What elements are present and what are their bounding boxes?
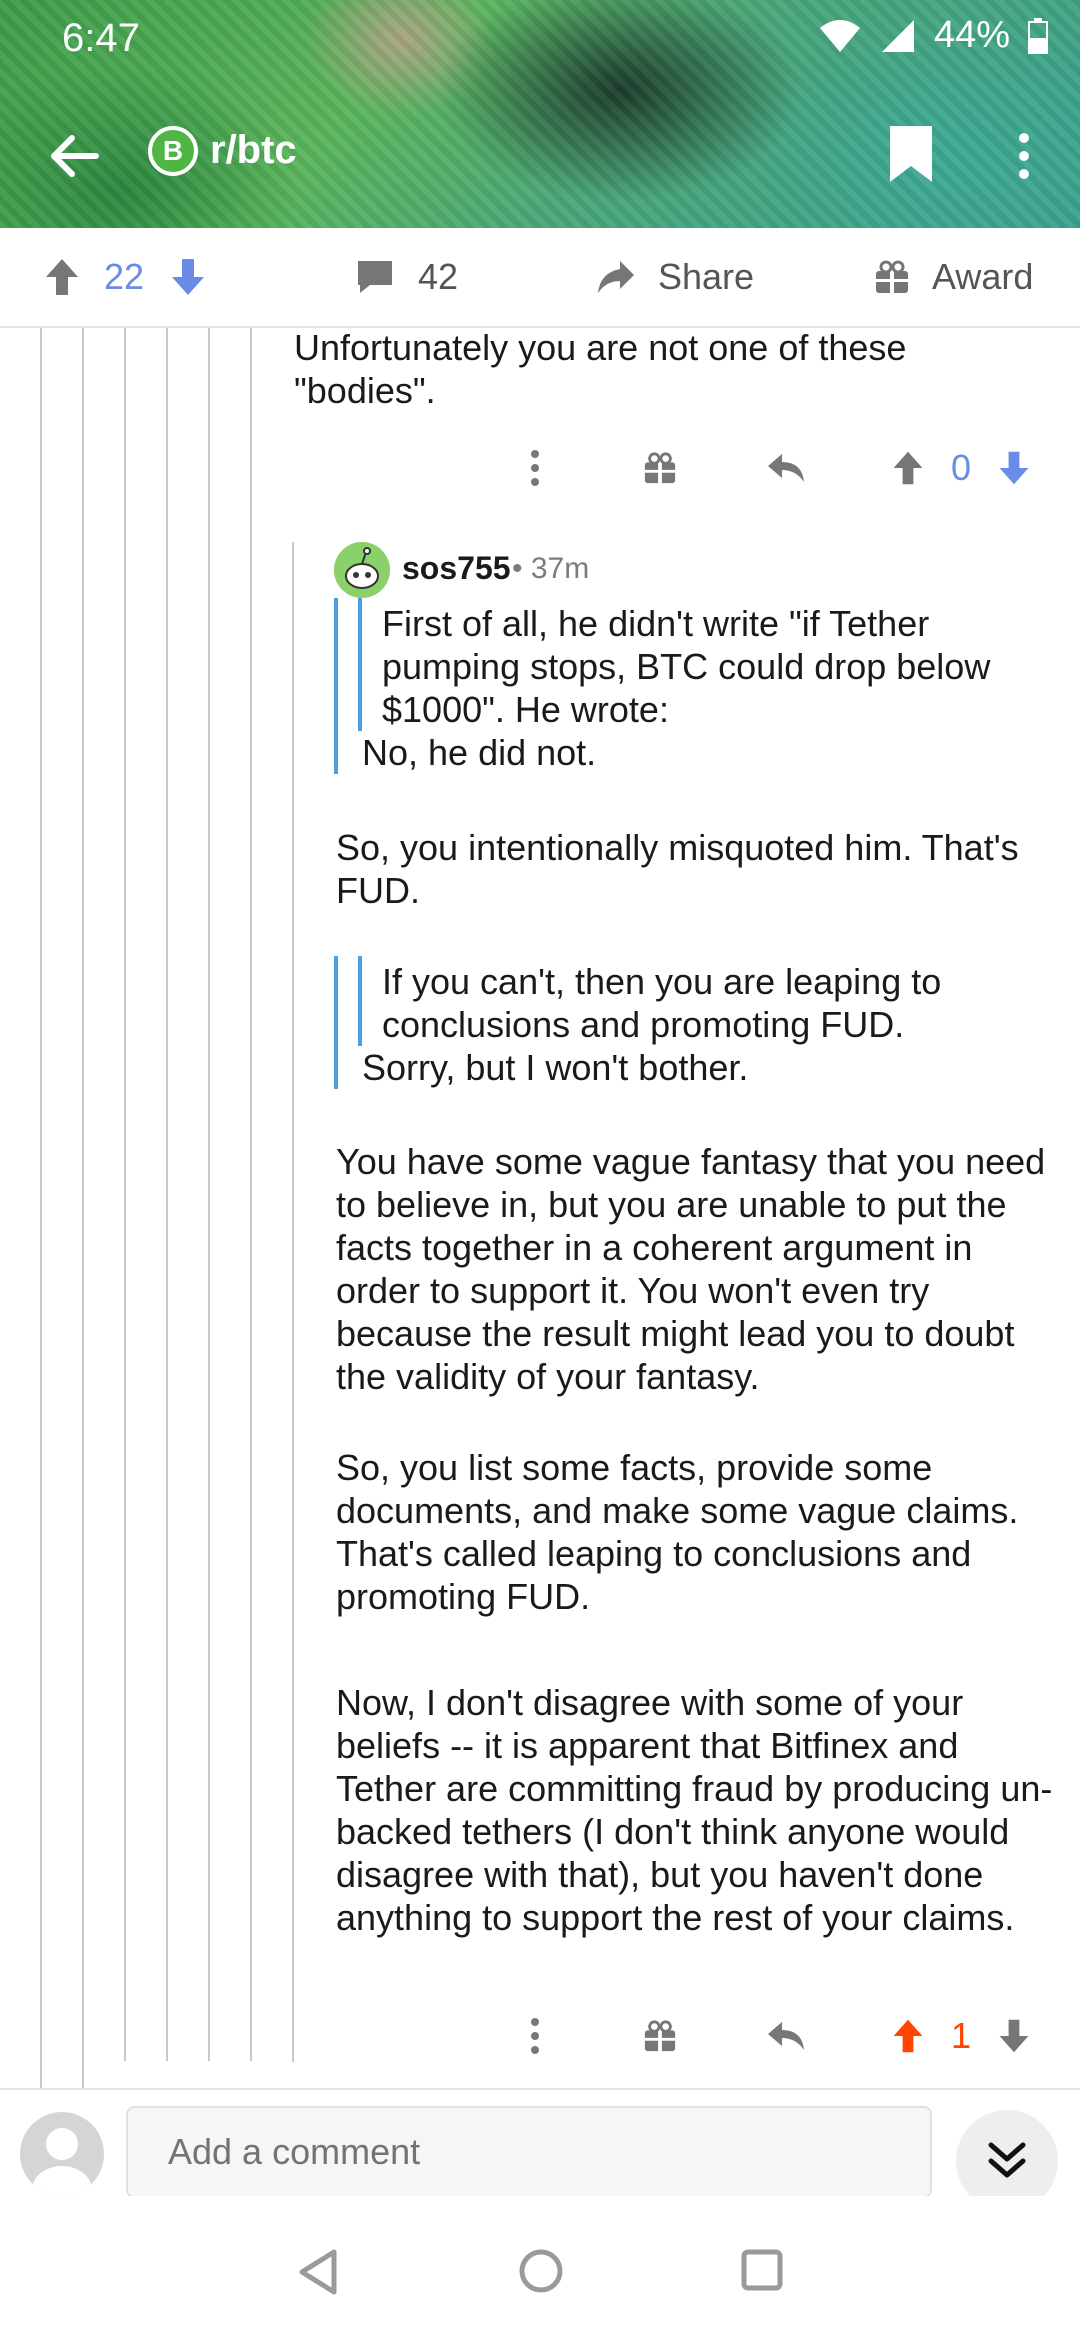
user-avatar[interactable] [20, 2112, 104, 2196]
post-score: 22 [104, 256, 145, 297]
subreddit-name[interactable]: r/btc [210, 128, 297, 173]
quote-text: If you can't, then you are leaping to co… [358, 956, 982, 1046]
nav-back-button[interactable] [296, 2248, 340, 2301]
share-button[interactable]: Share [596, 228, 754, 326]
double-chevron-down-icon [988, 2142, 1026, 2178]
thread-line[interactable] [292, 542, 294, 2062]
award-label: Award [932, 256, 1034, 297]
comment-reply-button[interactable] [764, 2006, 808, 2066]
comment-reply-button[interactable] [764, 438, 808, 498]
comment-award-button[interactable] [640, 438, 680, 498]
battery-percent: 44% [933, 14, 1010, 56]
reply-icon [768, 454, 804, 482]
signal-icon [880, 18, 916, 54]
add-comment-input[interactable]: Add a comment [126, 2106, 932, 2198]
snoo-avatar-icon [334, 542, 390, 598]
blockquote: If you can't, then you are leaping to co… [334, 956, 1058, 1089]
reply-comment-actions: 1 [500, 2006, 1060, 2066]
comment-score: 0 [950, 447, 972, 488]
subreddit-icon[interactable]: B [148, 126, 198, 176]
comment-upvote-button[interactable] [890, 2006, 926, 2066]
back-arrow-icon [51, 135, 99, 177]
comment-paragraph: Now, I don't disagree with some of your … [336, 1682, 1053, 1938]
thread-line[interactable] [124, 326, 126, 2061]
comment-downvote-button[interactable] [996, 438, 1032, 498]
quote-text: First of all, he didn't write "if Tether… [358, 598, 1058, 731]
comment-paragraph: You have some vague fantasy that you nee… [336, 1141, 1046, 1397]
back-button[interactable] [44, 126, 104, 186]
triangle-back-icon [299, 2249, 337, 2295]
award-button[interactable]: Award [874, 228, 1033, 326]
comments-button[interactable]: 42 [356, 228, 458, 326]
user-avatar-icon [32, 2128, 92, 2196]
more-options-button[interactable] [1006, 124, 1042, 188]
more-vertical-icon [531, 450, 539, 486]
comment-thread: Unfortunately you are not one of these "… [0, 326, 1080, 2088]
parent-comment-actions: 0 [500, 438, 1060, 498]
gift-icon [644, 2020, 676, 2052]
comment-author[interactable]: sos755 [402, 550, 511, 587]
thread-line[interactable] [82, 326, 84, 2088]
nav-recents-button[interactable] [740, 2248, 784, 2297]
more-vertical-icon [531, 2018, 539, 2054]
circle-home-icon [519, 2249, 563, 2293]
wifi-icon [818, 18, 862, 54]
thread-line[interactable] [166, 326, 168, 2061]
bookmark-icon [890, 126, 932, 182]
system-navigation-bar [0, 2196, 1080, 2340]
post-upvote-button[interactable] [44, 228, 80, 326]
quote-reply-text: Sorry, but I won't bother. [362, 1047, 749, 1088]
blockquote: First of all, he didn't write "if Tether… [334, 598, 1058, 774]
quote-reply-text: No, he did not. [362, 732, 597, 773]
comment-age: • 37m [512, 552, 590, 585]
comment-award-button[interactable] [640, 2006, 680, 2066]
comment-more-button[interactable] [520, 438, 550, 498]
status-time: 6:47 [62, 16, 140, 60]
subreddit-header: 6:47 44% B r/btc [0, 0, 1080, 228]
downvote-arrow-icon [172, 259, 204, 295]
avatar[interactable] [334, 542, 390, 598]
parent-comment-body: Unfortunately you are not one of these "… [294, 327, 907, 411]
comment-score: 1 [950, 2015, 972, 2056]
comment-paragraph: So, you intentionally misquoted him. Tha… [336, 827, 1019, 911]
thread-line[interactable] [250, 326, 252, 2061]
nav-home-button[interactable] [518, 2248, 564, 2299]
post-downvote-button[interactable] [170, 228, 206, 326]
status-icons: 44% [818, 14, 1048, 57]
comment-composer-bar: Add a comment [0, 2088, 1080, 2212]
thread-line[interactable] [208, 326, 210, 2061]
post-action-bar: 22 42 Share Award [0, 228, 1080, 328]
comment-bubble-icon [358, 261, 392, 293]
share-arrow-icon [598, 261, 634, 293]
square-recents-icon [741, 2249, 783, 2291]
save-post-button[interactable] [886, 122, 936, 186]
upvote-arrow-icon [893, 451, 923, 485]
downvote-arrow-icon [999, 451, 1029, 485]
reply-icon [768, 2022, 804, 2050]
share-label: Share [658, 256, 755, 297]
comment-paragraph: So, you list some facts, provide some do… [336, 1447, 1019, 1617]
comment-count: 42 [418, 256, 459, 297]
upvote-arrow-icon [893, 2019, 923, 2053]
toolbar: B r/btc [0, 108, 1080, 204]
downvote-arrow-icon [999, 2019, 1029, 2053]
comment-downvote-button[interactable] [996, 2006, 1032, 2066]
more-vertical-icon [1019, 133, 1029, 179]
comment-more-button[interactable] [520, 2006, 550, 2066]
thread-line[interactable] [40, 326, 42, 2088]
upvote-arrow-icon [46, 259, 78, 295]
gift-icon [644, 452, 676, 484]
gift-icon [876, 260, 908, 293]
comment-upvote-button[interactable] [890, 438, 926, 498]
battery-icon [1028, 17, 1048, 54]
